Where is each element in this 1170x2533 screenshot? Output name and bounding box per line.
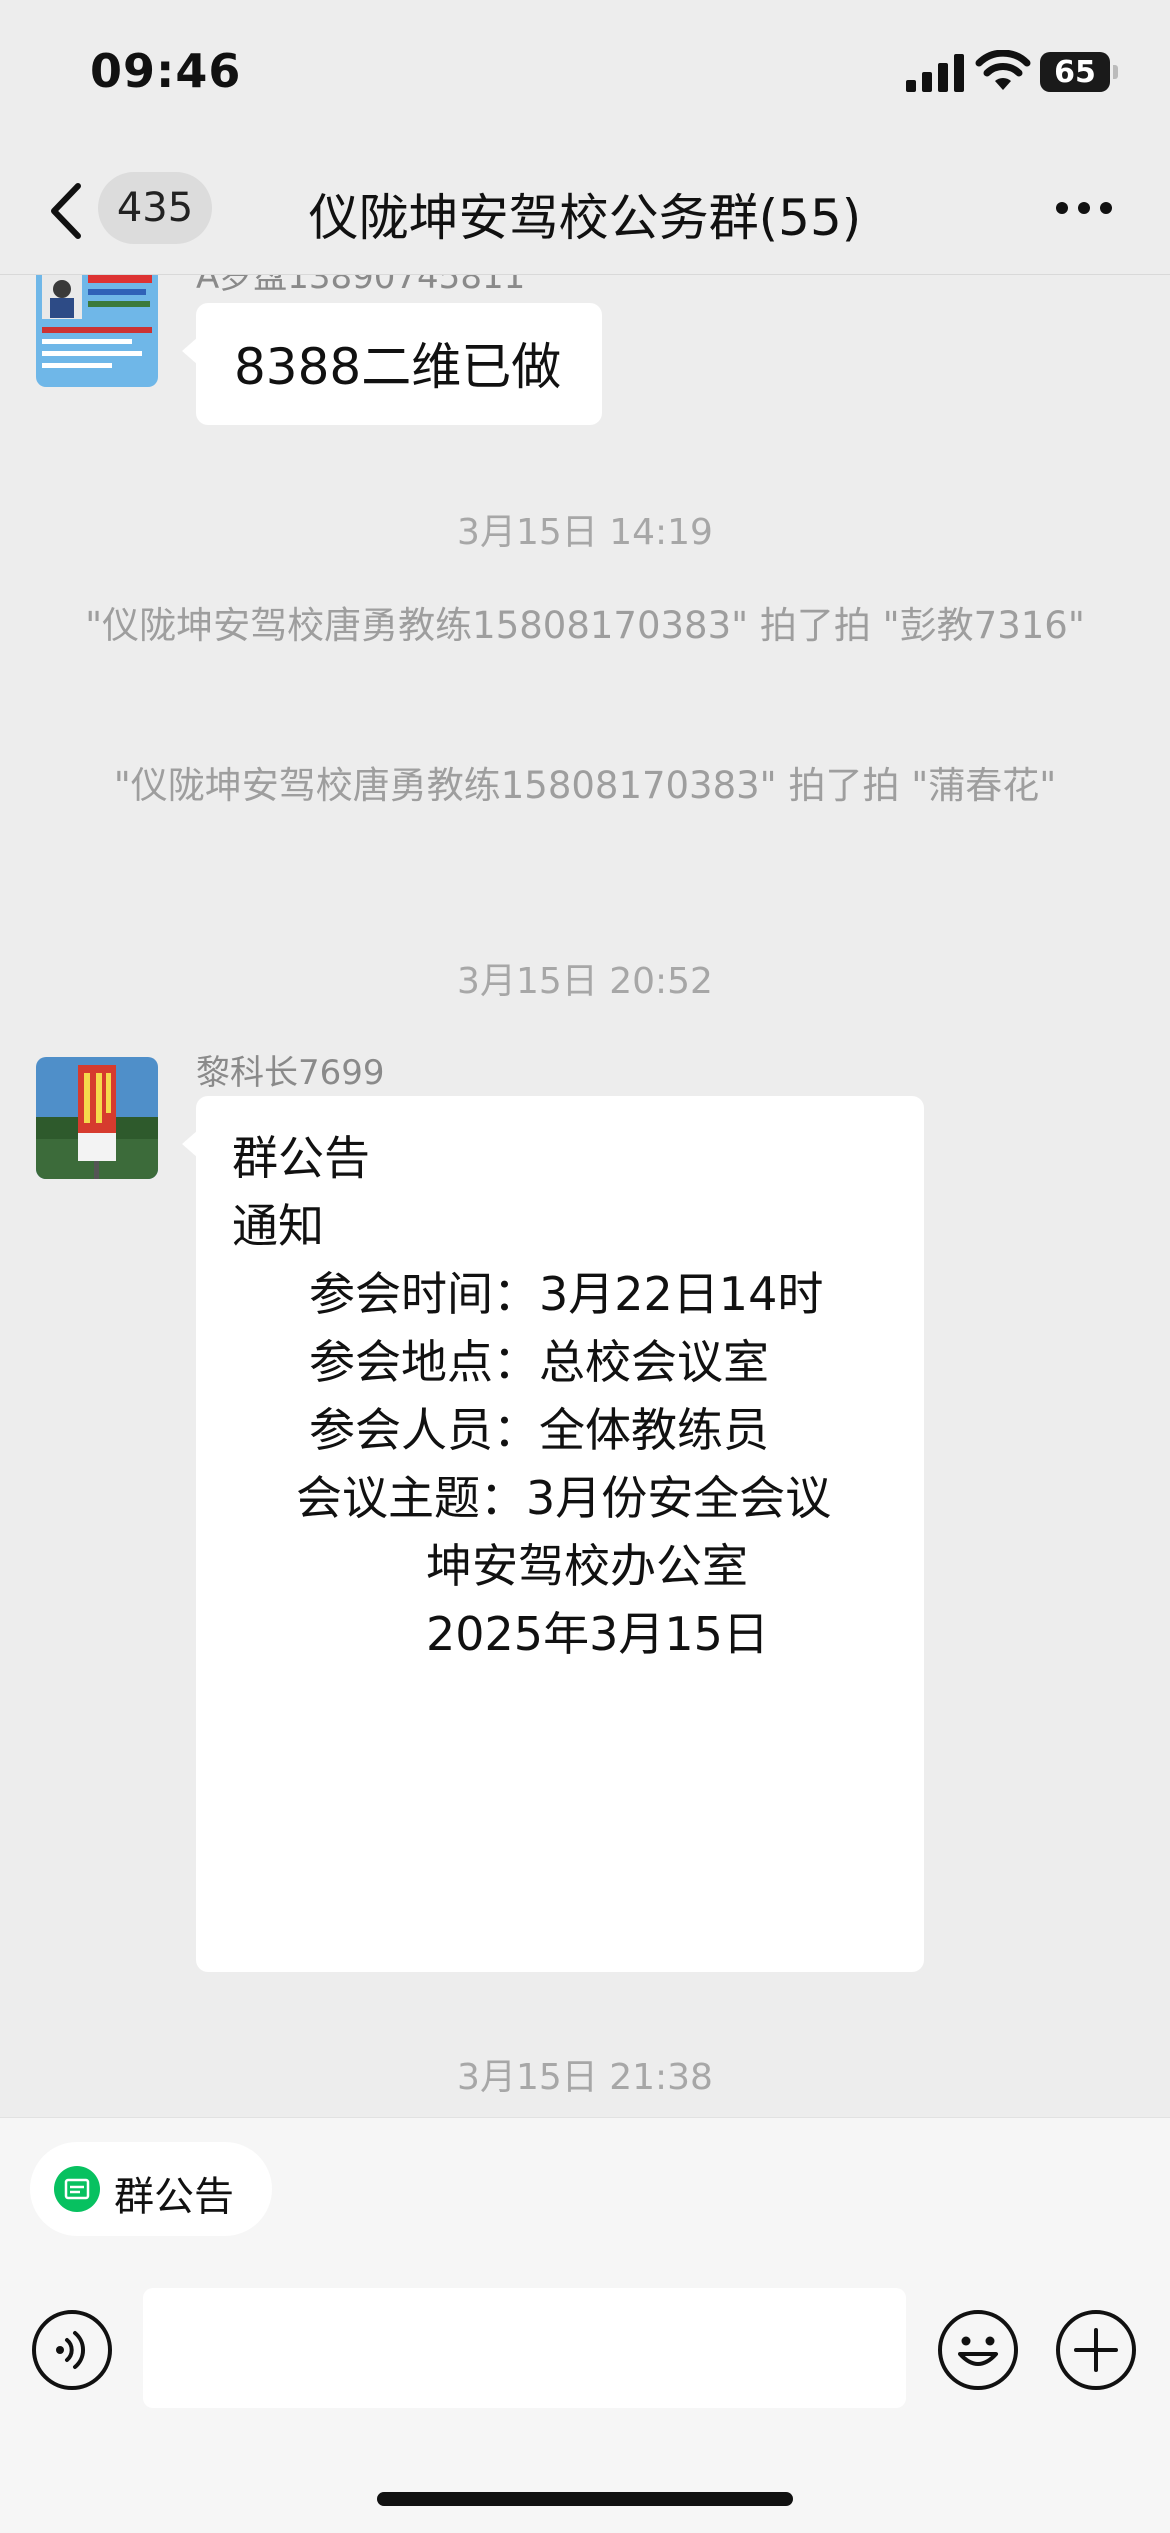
- status-bar: 09:46 65: [0, 0, 1170, 150]
- announcement-line: 参会人员：全体教练员: [309, 1403, 769, 1457]
- announcement-header: 群公告: [232, 1131, 370, 1185]
- avatar[interactable]: [36, 1057, 158, 1179]
- sender-name: A罗盘13890745811: [196, 275, 526, 297]
- sender-name: 黎科长7699: [196, 1053, 385, 1093]
- nav-bar: 435 仪陇坤安驾校公务群(55): [0, 150, 1170, 275]
- announcement-line: 2025年3月15日: [426, 1607, 769, 1661]
- home-indicator[interactable]: [377, 2492, 793, 2506]
- group-announcement-chip[interactable]: 群公告: [30, 2142, 272, 2236]
- timestamp: 3月15日 20:52: [457, 961, 713, 1002]
- system-message: "仪陇坤安驾校唐勇教练15808170383" 拍了拍 "蒲春花": [113, 764, 1057, 807]
- announcement-line: 通知: [232, 1199, 324, 1253]
- message-bubble[interactable]: 8388二维已做: [182, 303, 602, 425]
- announcement-bubble[interactable]: 群公告 通知 参会时间：3月22日14时 参会地点：总校会议室 参会人员：全体教…: [182, 1096, 924, 1972]
- battery-icon: 65: [1040, 52, 1118, 92]
- announcement-line: 坤安驾校办公室: [426, 1539, 748, 1593]
- timestamp: 3月15日 14:19: [457, 512, 713, 553]
- status-time: 09:46: [90, 44, 242, 98]
- wifi-icon: [975, 50, 1031, 90]
- chip-label: 群公告: [114, 2174, 234, 2220]
- avatar[interactable]: [36, 275, 158, 387]
- more-options-icon[interactable]: [1054, 200, 1114, 216]
- announcement-line: 参会时间：3月22日14时: [309, 1267, 824, 1321]
- voice-input-icon[interactable]: [30, 2308, 114, 2392]
- chat-title: 仪陇坤安驾校公务群(55): [308, 189, 862, 247]
- emoji-icon[interactable]: [936, 2308, 1020, 2392]
- cellular-signal-icon: [906, 54, 964, 92]
- announcement-icon: [54, 2166, 100, 2212]
- timestamp: 3月15日 21:38: [457, 2057, 713, 2098]
- message-input[interactable]: [143, 2288, 906, 2408]
- system-message: "仪陇坤安驾校唐勇教练15808170383" 拍了拍 "彭教7316": [85, 604, 1085, 647]
- chat-message-list[interactable]: A罗盘13890745811 8388二维已做 3月15日 14:19 "仪陇坤…: [0, 275, 1170, 2115]
- message-text: 8388二维已做: [234, 338, 562, 396]
- announcement-line: 参会地点：总校会议室: [309, 1335, 769, 1389]
- more-functions-icon[interactable]: [1054, 2308, 1138, 2392]
- input-area: 群公告: [0, 2117, 1170, 2533]
- announcement-line: 会议主题：3月份安全会议: [296, 1471, 832, 1525]
